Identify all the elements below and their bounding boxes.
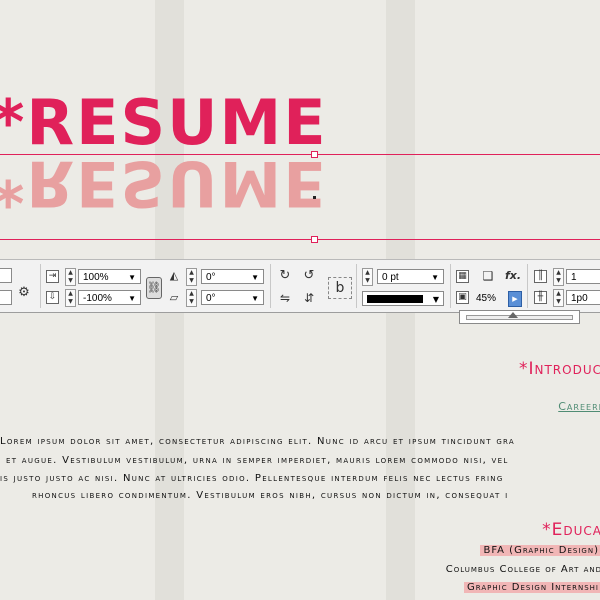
- rotate-ccw-icon[interactable]: ↺: [302, 269, 316, 283]
- selection-handle-bottom[interactable]: [311, 236, 318, 243]
- education-heading[interactable]: *Educa: [542, 520, 600, 540]
- opacity-slider-track[interactable]: [466, 315, 573, 320]
- stroke-weight-stepper[interactable]: ▲ ▼: [362, 268, 373, 286]
- scale-y-field[interactable]: -100% ▼: [78, 290, 141, 305]
- opacity-value[interactable]: 45%: [476, 291, 496, 306]
- rotate-cw-icon[interactable]: ↻: [278, 269, 292, 283]
- education-internship[interactable]: Graphic Design Internshi: [464, 582, 600, 593]
- rotate-angle-field[interactable]: 0° ▼: [201, 269, 264, 284]
- resume-title[interactable]: *RESUME: [0, 92, 328, 154]
- shear-angle-field[interactable]: 0° ▼: [201, 290, 264, 305]
- rotate-icon: ◭: [169, 269, 179, 282]
- columns-value: 1: [571, 272, 577, 283]
- selection-center-point[interactable]: [313, 196, 316, 199]
- scale-x-icon: ⇥: [46, 270, 59, 283]
- columns-field[interactable]: 1: [566, 269, 600, 284]
- fx-icon[interactable]: fx.: [503, 269, 523, 283]
- education-degree[interactable]: BFA (Graphic Design): [480, 545, 600, 556]
- opacity-slider-toggle[interactable]: ▶: [508, 291, 522, 307]
- reference-point-icon[interactable]: ⚙: [17, 286, 31, 300]
- shear-icon: ▱: [169, 291, 179, 304]
- education-internship-text: Graphic Design Internshi: [464, 582, 600, 593]
- education-degree-text: BFA (Graphic Design): [480, 545, 600, 556]
- body-text-line[interactable]: Lorem ipsum dolor sit amet, consectetur …: [0, 436, 515, 447]
- introduction-heading[interactable]: *Introduc: [519, 359, 600, 379]
- body-text-line[interactable]: et augue. Vestibulum vestibulum, urna in…: [6, 455, 509, 466]
- gutter-icon: ╫: [534, 291, 547, 304]
- selection-guide-bottom: [0, 239, 600, 240]
- select-container-icon[interactable]: b: [328, 277, 352, 299]
- drop-shadow-icon[interactable]: ❑: [481, 269, 495, 283]
- body-text-line[interactable]: is justo justo ac nisi. Nunc at ultricie…: [0, 473, 504, 484]
- selection-guide-top: [0, 154, 600, 155]
- scale-x-stepper[interactable]: ▲ ▼: [65, 268, 76, 286]
- text-wrap-icon[interactable]: ▦: [456, 270, 469, 283]
- stroke-weight-field[interactable]: 0 pt ▼: [377, 269, 444, 284]
- stroke-weight-value: 0 pt: [382, 272, 399, 283]
- columns-stepper[interactable]: ▲ ▼: [553, 268, 564, 286]
- shear-angle-value: 0°: [206, 293, 216, 304]
- opacity-slider-popup[interactable]: [459, 310, 580, 324]
- stroke-type-dropdown[interactable]: ▼: [362, 291, 444, 306]
- scale-x-field[interactable]: 100% ▼: [78, 269, 141, 284]
- scale-x-value: 100%: [83, 272, 109, 283]
- flip-vertical-icon[interactable]: ⇵: [302, 291, 316, 305]
- columns-icon: ║: [534, 270, 547, 283]
- selection-handle-top[interactable]: [311, 151, 318, 158]
- scale-y-value: -100%: [83, 293, 112, 304]
- body-text-line[interactable]: rhoncus libero condimentum. Vestibulum e…: [32, 490, 508, 501]
- scale-y-stepper[interactable]: ▲ ▼: [65, 289, 76, 307]
- opacity-slider-thumb[interactable]: [508, 312, 518, 318]
- gutter-field[interactable]: 1p0: [566, 290, 600, 305]
- y-position-field[interactable]: [0, 290, 12, 305]
- education-school[interactable]: Columbus College of Art and: [446, 564, 600, 575]
- career-link[interactable]: Careeri: [558, 400, 600, 413]
- x-position-field[interactable]: [0, 268, 12, 283]
- chevron-down-icon: ▼: [432, 295, 439, 304]
- resume-title-reflection[interactable]: *RESUME: [0, 147, 328, 220]
- scale-y-icon: ⇩: [46, 291, 59, 304]
- rotate-angle-value: 0°: [206, 272, 216, 283]
- stroke-type-preview: [367, 295, 423, 303]
- flip-horizontal-icon[interactable]: ⇋: [278, 291, 292, 305]
- gutter-stepper[interactable]: ▲ ▼: [553, 289, 564, 307]
- opacity-icon: ▣: [456, 291, 469, 304]
- gutter-value: 1p0: [571, 293, 588, 304]
- rotate-stepper[interactable]: ▲ ▼: [186, 268, 197, 286]
- shear-stepper[interactable]: ▲ ▼: [186, 289, 197, 307]
- chain-link-icon[interactable]: ⛓: [146, 277, 162, 299]
